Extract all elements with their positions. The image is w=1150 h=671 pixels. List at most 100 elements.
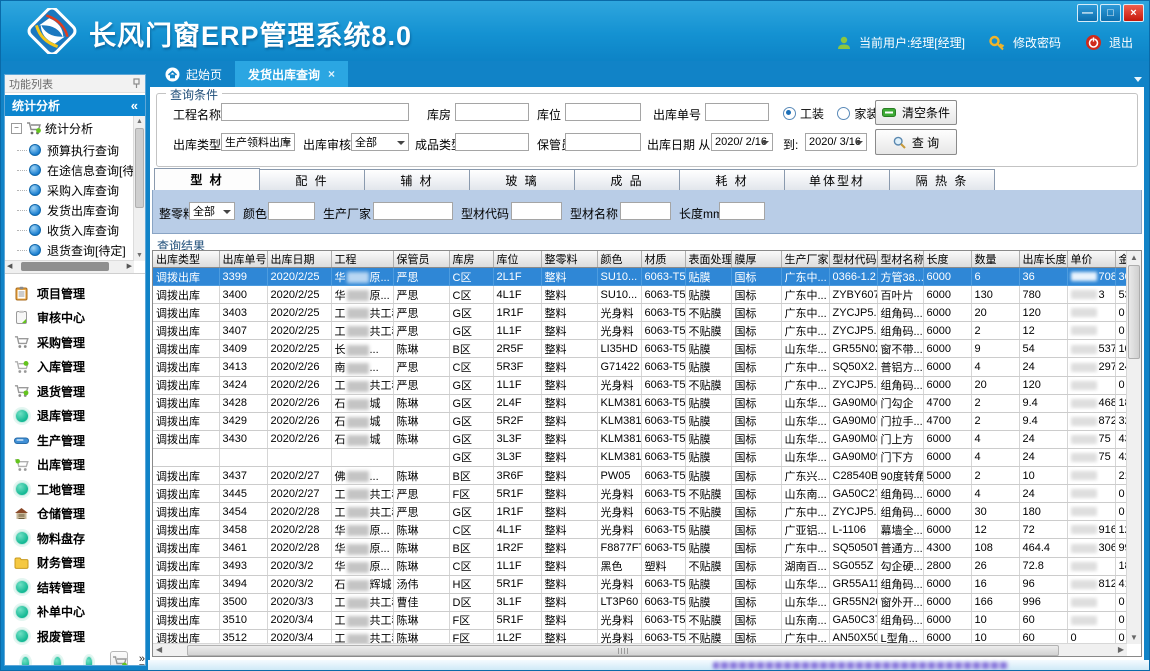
column-header-5[interactable]: 库房	[449, 251, 493, 268]
tree-item-4[interactable]: 收货入库查询	[5, 220, 145, 240]
table-row-0[interactable]: 调拨出库33992020/2/25华原...严思C区2L1F整料SU10...6…	[153, 268, 1127, 286]
sidebar-menu-item-3[interactable]: 入库管理	[5, 355, 145, 380]
sidebar-more-button[interactable]: »▾	[139, 655, 145, 667]
column-header-18[interactable]: 单价	[1067, 251, 1115, 268]
footer-circle-icon[interactable]	[85, 656, 94, 667]
tree-item-2[interactable]: 采购入库查询	[5, 180, 145, 200]
collapse-chevron-icon[interactable]: «	[131, 98, 138, 113]
sidebar-menu-item-14[interactable]: 报废管理	[5, 624, 145, 649]
grid-horizontal-scrollbar[interactable]: ◀▶	[153, 643, 1127, 656]
order-no-input[interactable]	[705, 103, 769, 121]
table-row-5[interactable]: 调拨出库34132020/2/26南...严思C区5R3F整料G71422606…	[153, 358, 1127, 376]
sidebar-menu-item-7[interactable]: 出库管理	[5, 453, 145, 478]
table-row-12[interactable]: 调拨出库34452020/2/27工共工程严思F区5R1F整料光身料6063-T…	[153, 485, 1127, 503]
out-type-select[interactable]: 生产领料出库	[221, 133, 295, 151]
footer-circle-icon[interactable]	[21, 656, 30, 667]
table-row-15[interactable]: 调拨出库34612020/2/28华原...陈琳B区1R2F整料F8877FT6…	[153, 539, 1127, 557]
column-header-1[interactable]: 出库单号	[219, 251, 267, 268]
warehouse-input[interactable]	[455, 103, 529, 121]
table-row-3[interactable]: 调拨出库34072020/2/25工共工程严思G区1L1F整料光身料6063-T…	[153, 322, 1127, 340]
project-name-input[interactable]	[221, 103, 409, 121]
column-header-4[interactable]: 保管员	[393, 251, 449, 268]
column-header-0[interactable]: 出库类型	[153, 251, 219, 268]
table-row-9[interactable]: 调拨出库34302020/2/26石城陈琳G区3L3F整料KLM38176063…	[153, 430, 1127, 448]
column-header-15[interactable]: 长度	[923, 251, 971, 268]
sidebar-menu-item-12[interactable]: 结转管理	[5, 575, 145, 600]
column-header-13[interactable]: 型材代码	[829, 251, 877, 268]
footer-cart-button[interactable]	[110, 651, 127, 667]
column-header-17[interactable]: 出库长度	[1019, 251, 1067, 268]
material-tab-2[interactable]: 辅 材	[364, 169, 470, 190]
table-row-19[interactable]: 调拨出库35102020/3/4工共工程陈琳F区5R1F整料光身料6063-T5…	[153, 611, 1127, 629]
table-row-6[interactable]: 调拨出库34242020/2/26工共工程严思G区1L1F整料光身料6063-T…	[153, 376, 1127, 394]
material-tab-1[interactable]: 配 件	[259, 169, 365, 190]
column-header-8[interactable]: 颜色	[597, 251, 641, 268]
sidebar-menu-item-10[interactable]: 物料盘存	[5, 526, 145, 551]
clear-conditions-button[interactable]: 清空条件	[875, 100, 957, 125]
section-header[interactable]: 统计分析 «	[5, 95, 145, 116]
tree-horizontal-scrollbar[interactable]: ◀▶	[5, 260, 134, 273]
column-header-11[interactable]: 膜厚	[731, 251, 781, 268]
table-row-10[interactable]: G区3L3F整料KLM38176063-T5贴膜国标山东华...GA90M09.…	[153, 448, 1127, 466]
profile-name-input[interactable]	[620, 202, 671, 220]
table-row-2[interactable]: 调拨出库34032020/2/25工共工程严思G区1R1F整料光身料6063-T…	[153, 304, 1127, 322]
minimize-button[interactable]: —	[1077, 4, 1098, 22]
column-header-7[interactable]: 整零料	[541, 251, 597, 268]
material-tab-0[interactable]: 型 材	[154, 168, 260, 190]
footer-circle-icon[interactable]	[53, 656, 62, 667]
sidebar-menu-item-11[interactable]: 财务管理	[5, 551, 145, 576]
tree-vertical-scrollbar[interactable]: ▲▼	[133, 116, 145, 261]
close-button[interactable]: ×	[1123, 4, 1144, 22]
material-tab-6[interactable]: 单体型材	[784, 169, 890, 190]
pin-icon[interactable]	[132, 78, 141, 89]
tree-item-3[interactable]: 发货出库查询	[5, 200, 145, 220]
table-row-7[interactable]: 调拨出库34282020/2/26石城陈琳G区2L4F整料KLM38176063…	[153, 394, 1127, 412]
sidebar-menu-item-5[interactable]: 退库管理	[5, 404, 145, 429]
profile-code-input[interactable]	[511, 202, 562, 220]
column-header-3[interactable]: 工程	[331, 251, 393, 268]
tab-home[interactable]: 起始页	[152, 61, 235, 87]
material-tab-3[interactable]: 玻 璃	[469, 169, 575, 190]
maximize-button[interactable]: □	[1100, 4, 1121, 22]
material-tab-4[interactable]: 成 品	[574, 169, 680, 190]
material-tab-7[interactable]: 隔 热 条	[889, 169, 995, 190]
date-to-select[interactable]: 2020/ 3/16	[805, 133, 867, 151]
sidebar-menu-item-4[interactable]: 退货管理	[5, 379, 145, 404]
color-input[interactable]	[268, 202, 315, 220]
table-row-18[interactable]: 调拨出库35002020/3/3工共工程曹佳D区3L1F整料LT3P606063…	[153, 593, 1127, 611]
tree-item-1[interactable]: 在途信息查询[待	[5, 160, 145, 180]
audit-select[interactable]: 全部	[351, 133, 409, 151]
tab-list-dropdown-icon[interactable]	[1134, 77, 1142, 82]
radio-gongzhuang[interactable]: 工装	[783, 105, 824, 122]
sidebar-menu-item-8[interactable]: 工地管理	[5, 477, 145, 502]
tree-root-node[interactable]: − 统计分析	[5, 116, 145, 140]
grid-vertical-scrollbar[interactable]: ▲▼	[1126, 251, 1141, 644]
search-button[interactable]: 查 询	[875, 129, 957, 155]
location-input[interactable]	[565, 103, 641, 121]
manufacturer-input[interactable]	[373, 202, 453, 220]
sidebar-menu-item-9[interactable]: 仓储管理	[5, 502, 145, 527]
sidebar-menu-item-1[interactable]: 审核中心	[5, 306, 145, 331]
tree-item-0[interactable]: 预算执行查询	[5, 140, 145, 160]
table-row-1[interactable]: 调拨出库34002020/2/25华原...严思C区4L1F整料SU10...6…	[153, 286, 1127, 304]
change-password-link[interactable]: 修改密码	[1013, 34, 1061, 51]
tab-shipping-query[interactable]: 发货出库查询 ×	[235, 61, 348, 87]
sidebar-menu-item-13[interactable]: 补单中心	[5, 600, 145, 625]
table-row-8[interactable]: 调拨出库34292020/2/26石城陈琳G区5R2F整料KLM38176063…	[153, 412, 1127, 430]
table-row-20[interactable]: 调拨出库35122020/3/4工共工程陈琳F区1L2F整料光身料6063-T5…	[153, 629, 1127, 644]
radio-jiazhuang[interactable]: 家装	[837, 105, 878, 122]
sidebar-menu-item-6[interactable]: 生产管理	[5, 428, 145, 453]
column-header-2[interactable]: 出库日期	[267, 251, 331, 268]
whole-part-select[interactable]: 全部	[189, 202, 235, 220]
table-row-17[interactable]: 调拨出库34942020/3/2石辉城汤伟H区5R1F整料光身料6063-T5贴…	[153, 575, 1127, 593]
table-row-4[interactable]: 调拨出库34092020/2/25长...陈琳B区2R5F整料LI35HD606…	[153, 340, 1127, 358]
product-type-input[interactable]	[455, 133, 529, 151]
table-row-14[interactable]: 调拨出库34582020/2/28华原...陈琳C区4L1F整料光身料6063-…	[153, 521, 1127, 539]
date-from-select[interactable]: 2020/ 2/16	[711, 133, 773, 151]
column-header-10[interactable]: 表面处理	[685, 251, 731, 268]
column-header-12[interactable]: 生产厂家	[781, 251, 829, 268]
tree-item-5[interactable]: 退货查询[待定]	[5, 240, 145, 260]
column-header-16[interactable]: 数量	[971, 251, 1019, 268]
tab-close-icon[interactable]: ×	[328, 67, 335, 81]
column-header-9[interactable]: 材质	[641, 251, 685, 268]
